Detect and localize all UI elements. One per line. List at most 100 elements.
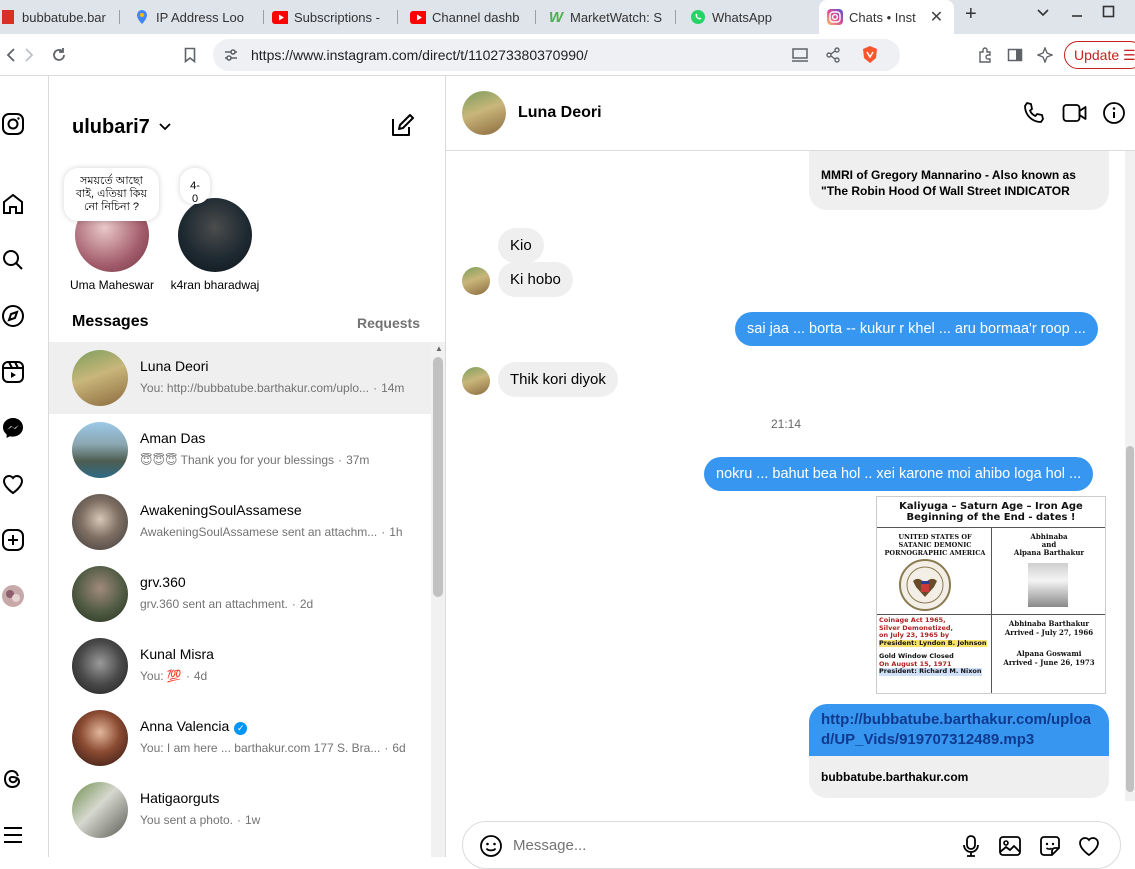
contact-name[interactable]: Luna Deori	[518, 104, 602, 122]
search-icon[interactable]	[0, 247, 26, 273]
avatar	[72, 566, 128, 622]
dot-separator: ·	[384, 741, 389, 755]
more-menu-icon[interactable]	[0, 822, 26, 848]
messenger-icon[interactable]	[0, 415, 26, 441]
emoji-icon[interactable]	[479, 834, 503, 863]
link-domain: bubbatube.barthakur.com	[809, 756, 1109, 798]
conversation-info-icon[interactable]	[1102, 101, 1126, 130]
conversation-item[interactable]: Luna Deori You: http://bubbatube.barthak…	[49, 342, 431, 414]
avatar	[72, 782, 128, 838]
chat-panel: Luna Deori MMRI of Gregory Mannarino - A…	[446, 76, 1135, 869]
close-tab-icon[interactable]: ✕	[930, 7, 943, 27]
like-heart-icon[interactable]	[1077, 834, 1101, 863]
reload-icon[interactable]	[48, 44, 70, 66]
explore-icon[interactable]	[0, 303, 26, 329]
minimize-window-icon[interactable]	[1070, 5, 1084, 24]
tab-search-icon[interactable]	[1036, 5, 1050, 24]
video-call-icon[interactable]	[1062, 101, 1088, 130]
photo-upload-icon[interactable]	[998, 834, 1022, 863]
conversation-item[interactable]: AwakeningSoulAssamese AwakeningSoulAssam…	[49, 486, 431, 558]
bubbatube-favicon-icon	[0, 9, 16, 25]
conversation-name: AwakeningSoulAssamese	[140, 502, 302, 518]
incoming-message: Kio	[498, 228, 544, 263]
portrait-photo	[1028, 563, 1068, 607]
update-label: Update	[1074, 47, 1120, 63]
reels-icon[interactable]	[0, 359, 26, 385]
conversation-preview: You: http://bubbatube.barthakur.com/uplo…	[140, 381, 370, 395]
poster-text: Alpana Goswami	[1016, 649, 1082, 658]
browser-tab[interactable]: Subscriptions -	[272, 4, 398, 30]
scroll-up-arrow-icon[interactable]: ▲	[435, 344, 443, 353]
account-username[interactable]: ulubari7	[72, 116, 150, 139]
maximize-window-icon[interactable]	[1102, 5, 1116, 24]
requests-link[interactable]: Requests	[357, 315, 420, 331]
link-url[interactable]: http://bubbatube.barthakur.com/upload/UP…	[821, 711, 1091, 748]
leo-ai-icon[interactable]	[1034, 44, 1056, 66]
new-tab-button[interactable]: +	[965, 3, 977, 26]
dot-separator: ·	[185, 669, 190, 683]
threads-icon[interactable]	[0, 766, 26, 792]
tab-separator	[397, 10, 398, 24]
share-icon[interactable]	[825, 47, 841, 68]
note-story-k4ran[interactable]: k4ran bharadwaj	[160, 198, 270, 292]
sticker-icon[interactable]	[1038, 834, 1062, 863]
conversation-item[interactable]: Anna Valencia ✓ You: I am here ... bartha…	[49, 702, 431, 774]
contact-avatar[interactable]	[462, 91, 506, 135]
browser-tab[interactable]: Channel dashb	[410, 4, 536, 30]
chat-scrollbar-thumb[interactable]	[1126, 446, 1134, 792]
shared-post-card[interactable]: MMRI of Gregory Mannarino - Also known a…	[809, 151, 1109, 210]
conversation-preview: You sent a photo.	[140, 813, 233, 827]
url-text[interactable]: https://www.instagram.com/direct/t/11027…	[251, 47, 588, 63]
message-composer	[462, 821, 1121, 869]
inbox-scrollbar-thumb[interactable]	[433, 357, 443, 597]
shared-image[interactable]: Kaliyuga – Saturn Age – Iron Age Beginni…	[876, 496, 1106, 694]
browser-tab[interactable]: IP Address Loo	[134, 4, 264, 30]
menu-icon: ☰	[1123, 47, 1135, 63]
active-browser-tab[interactable]: Chats • Inst ✕	[819, 0, 954, 34]
conversation-preview: 😇😇😇 Thank you for your blessings	[140, 453, 335, 467]
browser-tab[interactable]: WhatsApp	[690, 4, 816, 30]
conversation-item[interactable]: grv.360 grv.360 sent an attachment. · 2d	[49, 558, 431, 630]
home-icon[interactable]	[0, 191, 26, 217]
extensions-icon[interactable]	[974, 44, 996, 66]
new-message-icon[interactable]	[389, 113, 415, 144]
poster-text: Alpana Barthakur	[1013, 548, 1085, 557]
address-bar[interactable]: https://www.instagram.com/direct/t/11027…	[213, 39, 900, 71]
instagram-nav-rail	[0, 76, 49, 857]
brave-shield-icon[interactable]	[861, 45, 879, 70]
message-input[interactable]	[513, 834, 933, 856]
link-preview-card[interactable]: http://bubbatube.barthakur.com/upload/UP…	[809, 704, 1109, 798]
conversation-item[interactable]: Aman Das 😇😇😇 Thank you for your blessing…	[49, 414, 431, 486]
browser-tab[interactable]: W MarketWatch: S	[548, 4, 676, 30]
sidebar-toggle-icon[interactable]	[1004, 44, 1026, 66]
poster-subtitle: Beginning of the End - dates !	[906, 512, 1076, 523]
browser-tab[interactable]: bubbatube.bar	[0, 4, 120, 30]
conversation-time: 6d	[392, 741, 406, 755]
youtube-favicon-icon	[272, 9, 288, 25]
verified-badge-icon: ✓	[234, 722, 248, 735]
notifications-heart-icon[interactable]	[0, 471, 26, 497]
conversation-preview: You: 💯	[140, 669, 182, 683]
voice-call-icon[interactable]	[1022, 101, 1046, 130]
contact-avatar-small[interactable]	[462, 367, 490, 395]
install-app-icon[interactable]	[791, 47, 809, 68]
site-info-icon[interactable]	[223, 47, 239, 68]
conversation-name: Aman Das	[140, 430, 206, 446]
create-post-icon[interactable]	[0, 527, 26, 553]
microphone-icon[interactable]	[961, 834, 981, 863]
conversation-time: 37m	[346, 453, 370, 467]
conversation-time: 14m	[381, 381, 405, 395]
forward-icon[interactable]	[18, 44, 40, 66]
bookmark-icon[interactable]	[179, 44, 201, 66]
story-name: k4ran bharadwaj	[170, 278, 260, 292]
update-button[interactable]: Update ☰	[1064, 41, 1135, 69]
conversation-item[interactable]: Kunal Misra You: 💯 · 4d	[49, 630, 431, 702]
contact-avatar-small[interactable]	[462, 267, 490, 295]
conversation-name: Anna Valencia	[140, 718, 230, 734]
instagram-logo-icon[interactable]	[0, 111, 26, 137]
dot-separator: ·	[291, 597, 296, 611]
profile-avatar[interactable]	[0, 583, 26, 609]
chevron-down-icon[interactable]	[158, 120, 172, 139]
conversation-preview: AwakeningSoulAssamese sent an attachm...	[140, 525, 378, 539]
conversation-item[interactable]: Hatigaorguts You sent a photo. · 1w	[49, 774, 431, 846]
